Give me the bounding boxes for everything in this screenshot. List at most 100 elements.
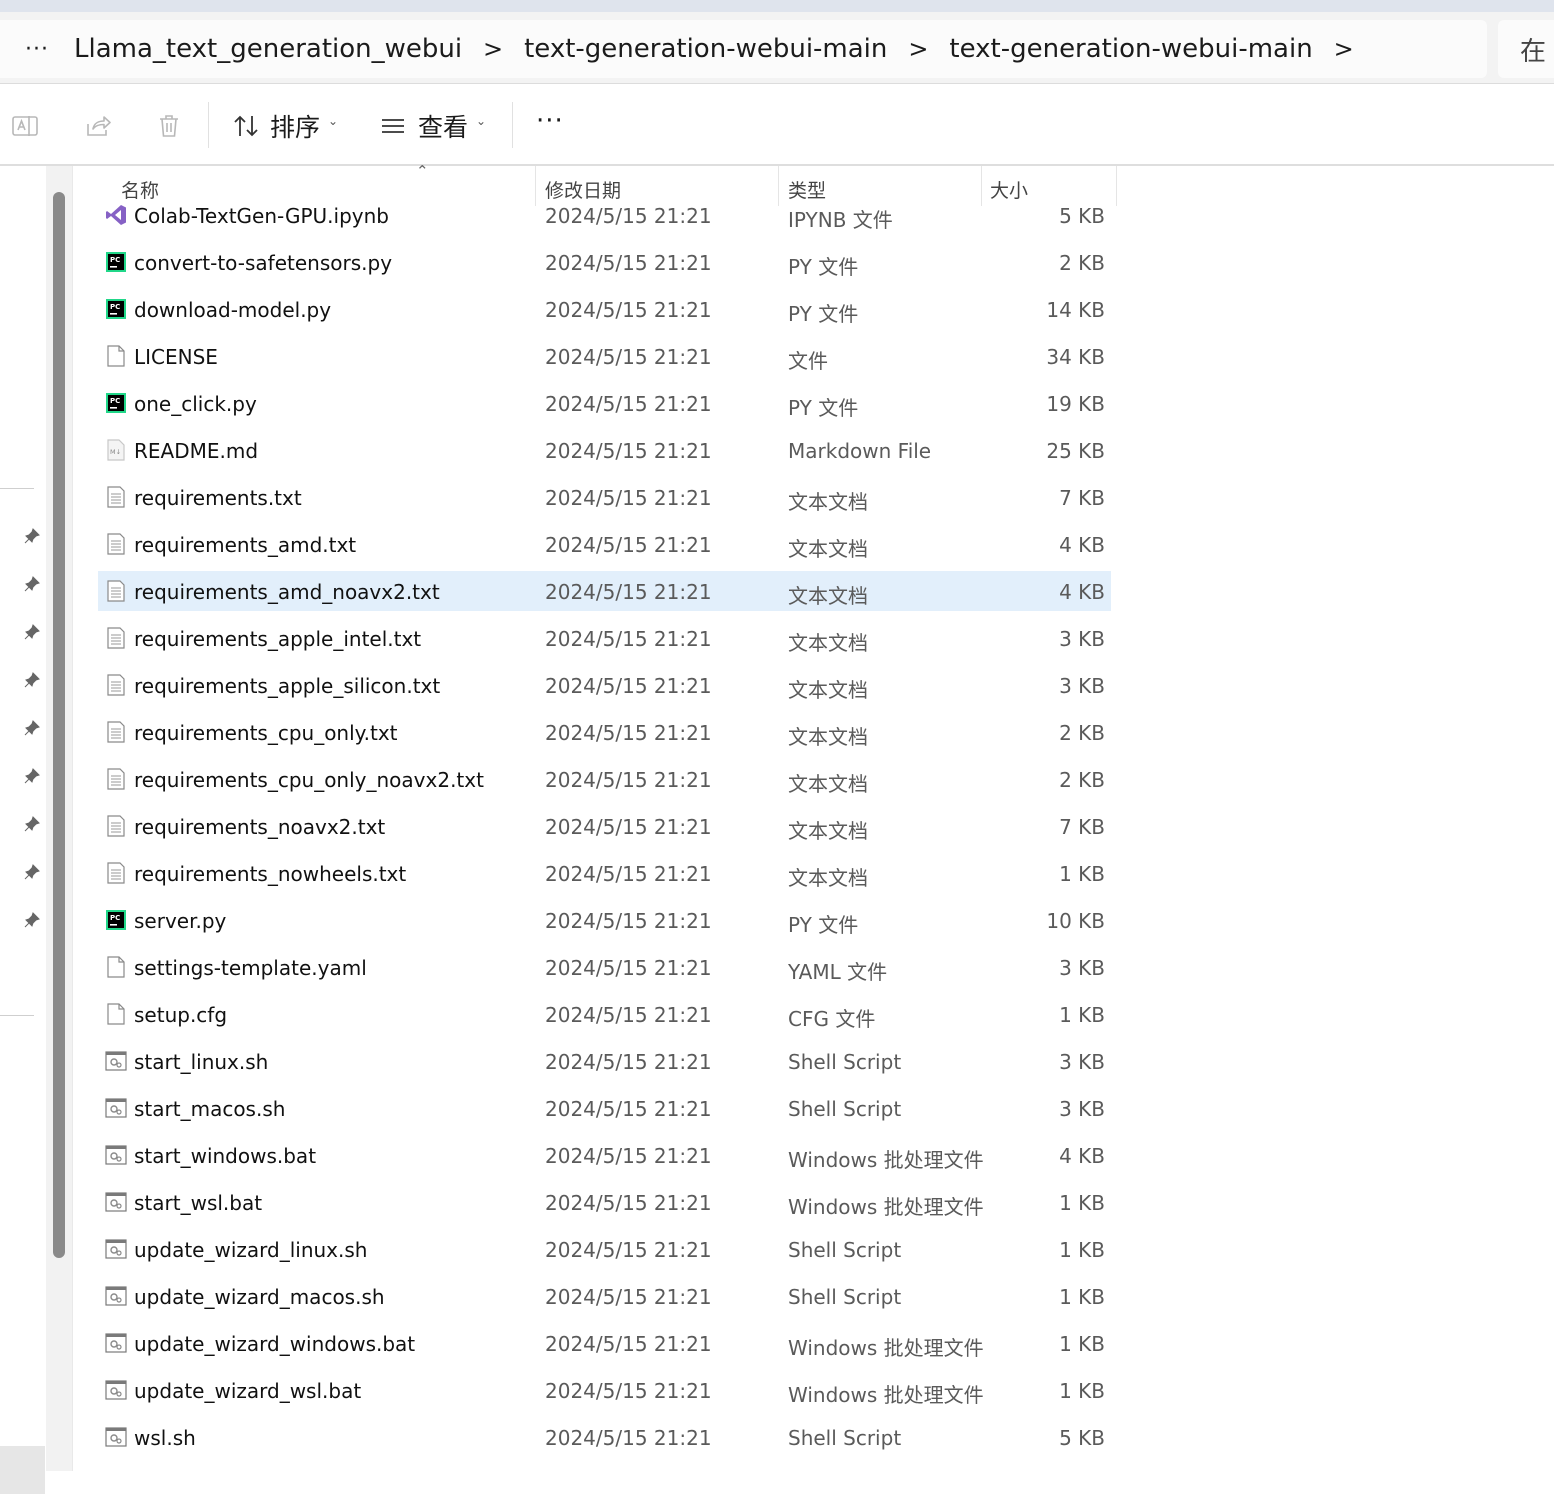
breadcrumb-chevron-icon[interactable]: > (887, 35, 949, 63)
breadcrumb-item-text-generation-webui-main[interactable]: text-generation-webui-main (524, 34, 887, 64)
view-button[interactable]: 查看 ⌄ (380, 104, 486, 148)
breadcrumb-item-text-generation-webui-main-current[interactable]: text-generation-webui-main (949, 34, 1312, 64)
file-row[interactable]: start_linux.sh 2024/5/15 21:21 Shell Scrip… (98, 1041, 1111, 1081)
file-row[interactable]: PC download-model.py 2024/5/15 21:21 PY 文件 1… (98, 289, 1111, 329)
file-row[interactable]: update_wizard_windows.bat 2024/5/15 21:21… (98, 1323, 1111, 1363)
file-row[interactable]: M↓ README.md 2024/5/15 21:21 Markdown File 2… (98, 430, 1111, 470)
file-type: Windows 批处理文件 (788, 1383, 984, 1407)
file-type: 文本文档 (788, 725, 868, 749)
file-row[interactable]: start_macos.sh 2024/5/15 21:21 Shell Scrip… (98, 1088, 1111, 1128)
text-file-icon (105, 815, 127, 837)
file-row[interactable]: requirements.txt 2024/5/15 21:21 文本文档 7 KB (98, 477, 1111, 517)
file-date-modified: 2024/5/15 21:21 (545, 909, 712, 933)
search-input[interactable]: 在 (1498, 20, 1554, 78)
file-row[interactable]: PC convert-to-safetensors.py 2024/5/15 21:… (98, 242, 1111, 282)
file-type: Windows 批处理文件 (788, 1336, 984, 1360)
pycharm-file-icon: PC (105, 909, 127, 931)
file-row[interactable]: update_wizard_macos.sh 2024/5/15 21:21 She… (98, 1276, 1111, 1316)
file-size: 5 KB (1059, 1426, 1105, 1450)
file-row[interactable]: Colab-TextGen-GPU.ipynb 2024/5/15 21:21 IP… (98, 195, 1111, 235)
file-name: requirements_apple_silicon.txt (134, 674, 441, 698)
file-row[interactable]: wsl.sh 2024/5/15 21:21 Shell Script 5 KB (98, 1417, 1111, 1457)
file-name: Colab-TextGen-GPU.ipynb (134, 204, 389, 228)
file-date-modified: 2024/5/15 21:21 (545, 815, 712, 839)
nav-scrollbar-thumb[interactable] (53, 192, 65, 1258)
pin-icon[interactable] (24, 768, 40, 784)
breadcrumb-item-llama-text-generation-webui[interactable]: Llama_text_generation_webui (74, 34, 462, 64)
file-row[interactable]: requirements_apple_silicon.txt 2024/5/15 … (98, 665, 1111, 705)
file-type: 文件 (788, 349, 828, 373)
pane-divider[interactable] (72, 166, 73, 1471)
file-size: 19 KB (1046, 392, 1105, 416)
breadcrumb-chevron-icon[interactable]: > (1313, 35, 1375, 63)
file-type: Windows 批处理文件 (788, 1195, 984, 1219)
breadcrumb[interactable]: ··· Llama_text_generation_webui > text-g… (0, 20, 1487, 78)
file-row[interactable]: requirements_cpu_only.txt 2024/5/15 21:21… (98, 712, 1111, 752)
file-row[interactable]: setup.cfg 2024/5/15 21:21 CFG 文件 1 KB (98, 994, 1111, 1034)
file-name: requirements_amd.txt (134, 533, 357, 557)
file-name: update_wizard_wsl.bat (134, 1379, 362, 1403)
file-name: requirements_nowheels.txt (134, 862, 407, 886)
file-type: PY 文件 (788, 396, 859, 420)
text-file-icon (105, 674, 127, 696)
file-name: update_wizard_windows.bat (134, 1332, 416, 1356)
blank-file-icon (105, 1003, 127, 1025)
file-row[interactable]: update_wizard_linux.sh 2024/5/15 21:21 She… (98, 1229, 1111, 1269)
file-date-modified: 2024/5/15 21:21 (545, 862, 712, 886)
pycharm-file-icon: PC (105, 298, 127, 320)
pin-icon[interactable] (24, 912, 40, 928)
file-row[interactable]: requirements_cpu_only_noavx2.txt 2024/5/1… (98, 759, 1111, 799)
delete-icon[interactable] (155, 112, 183, 140)
file-size: 2 KB (1059, 768, 1105, 792)
share-icon[interactable] (84, 112, 112, 140)
breadcrumb-chevron-icon[interactable]: > (462, 35, 524, 63)
file-date-modified: 2024/5/15 21:21 (545, 1238, 712, 1262)
pin-icon[interactable] (24, 720, 40, 736)
script-file-icon (105, 1285, 127, 1307)
file-size: 14 KB (1046, 298, 1105, 322)
file-type: Markdown File (788, 439, 932, 463)
file-type: 文本文档 (788, 772, 868, 796)
svg-text:PC: PC (110, 397, 120, 405)
file-row[interactable]: PC server.py 2024/5/15 21:21 PY 文件 10 KB (98, 900, 1111, 940)
rename-icon[interactable] (11, 112, 39, 140)
pin-icon[interactable] (24, 528, 40, 544)
file-row[interactable]: start_windows.bat 2024/5/15 21:21 Windows … (98, 1135, 1111, 1175)
file-row[interactable]: LICENSE 2024/5/15 21:21 文件 34 KB (98, 336, 1111, 376)
file-row[interactable]: requirements_noavx2.txt 2024/5/15 21:21 文本… (98, 806, 1111, 846)
text-file-icon (105, 721, 127, 743)
pin-icon[interactable] (24, 672, 40, 688)
file-row[interactable]: requirements_amd_noavx2.txt 2024/5/15 21:… (98, 571, 1111, 611)
file-type: 文本文档 (788, 537, 868, 561)
file-date-modified: 2024/5/15 21:21 (545, 486, 712, 510)
nav-selected-item[interactable] (0, 1446, 45, 1494)
script-file-icon (105, 1097, 127, 1119)
file-type: Shell Script (788, 1426, 902, 1450)
file-name: requirements_noavx2.txt (134, 815, 386, 839)
file-name: requirements.txt (134, 486, 302, 510)
breadcrumb-overflow-button[interactable]: ··· (0, 37, 74, 62)
file-row[interactable]: requirements_amd.txt 2024/5/15 21:21 文本文档 4… (98, 524, 1111, 564)
pin-icon[interactable] (24, 864, 40, 880)
file-size: 1 KB (1059, 1285, 1105, 1309)
file-row[interactable]: requirements_apple_intel.txt 2024/5/15 21… (98, 618, 1111, 658)
file-row[interactable]: requirements_nowheels.txt 2024/5/15 21:21… (98, 853, 1111, 893)
sort-button[interactable]: 排序 ⌄ (232, 104, 338, 148)
file-name: update_wizard_linux.sh (134, 1238, 368, 1262)
file-name: update_wizard_macos.sh (134, 1285, 385, 1309)
pin-icon[interactable] (24, 624, 40, 640)
file-date-modified: 2024/5/15 21:21 (545, 627, 712, 651)
file-row[interactable]: PC one_click.py 2024/5/15 21:21 PY 文件 19 KB (98, 383, 1111, 423)
file-type: PY 文件 (788, 255, 859, 279)
pin-icon[interactable] (24, 576, 40, 592)
file-name: start_linux.sh (134, 1050, 269, 1074)
file-row[interactable]: settings-template.yaml 2024/5/15 21:21 YAM… (98, 947, 1111, 987)
column-resize-handle[interactable] (1116, 166, 1117, 206)
file-size: 4 KB (1059, 533, 1105, 557)
file-date-modified: 2024/5/15 21:21 (545, 392, 712, 416)
pin-icon[interactable] (24, 816, 40, 832)
file-row[interactable]: update_wizard_wsl.bat 2024/5/15 21:21 Wind… (98, 1370, 1111, 1410)
more-options-button[interactable]: ··· (536, 106, 564, 136)
file-type: Shell Script (788, 1050, 902, 1074)
file-row[interactable]: start_wsl.bat 2024/5/15 21:21 Windows 批处理文… (98, 1182, 1111, 1222)
